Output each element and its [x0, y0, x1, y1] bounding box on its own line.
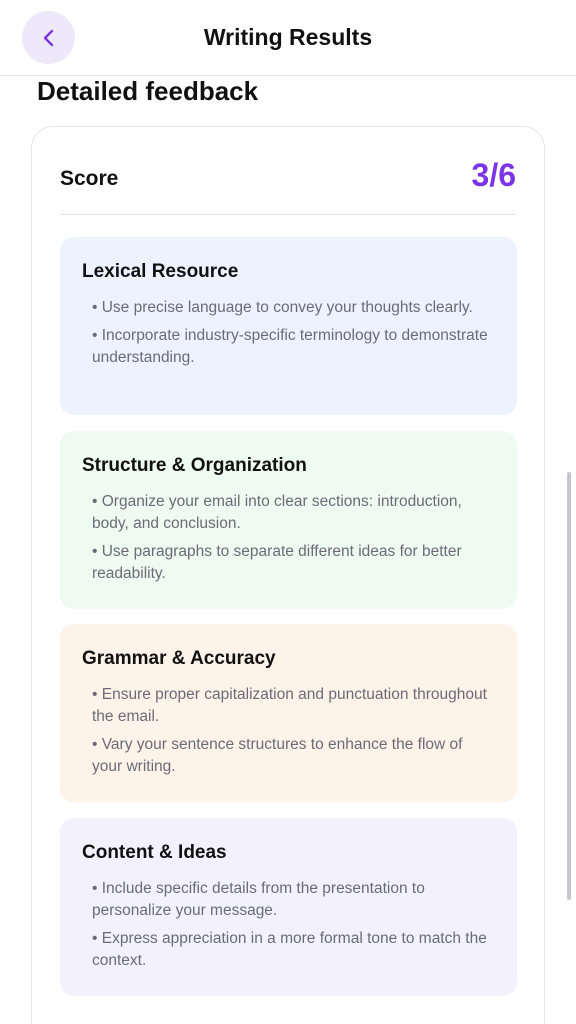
page-title: Writing Results — [203, 24, 373, 50]
feedback-section-title: Lexical Resource — [82, 261, 239, 282]
top-bar: Writing Results — [0, 0, 576, 76]
section-title: Detailed feedback — [37, 76, 259, 106]
feedback-point: • Express appreciation in a more formal … — [92, 930, 487, 969]
feedback-section-title: Grammar & Accuracy — [82, 648, 276, 669]
feedback-section-lexical: Lexical Resource • Use precise language … — [60, 237, 517, 415]
feedback-points: • Use precise language to convey your th… — [82, 297, 495, 369]
feedback-card: Score 3/6 Lexical Resource • Use precise… — [31, 126, 545, 1024]
scrollbar[interactable] — [567, 472, 571, 900]
feedback-section-title: Structure & Organization — [82, 455, 307, 476]
feedback-section-title: Content & Ideas — [82, 842, 227, 863]
feedback-section-content: Content & Ideas • Include specific detai… — [60, 818, 517, 996]
feedback-point: • Use paragraphs to separate different i… — [92, 543, 462, 582]
score-row: Score 3/6 — [60, 157, 516, 215]
score-value: 3/6 — [471, 157, 516, 193]
feedback-point: • Vary your sentence structures to enhan… — [92, 736, 463, 775]
feedback-point: • Include specific details from the pres… — [92, 880, 425, 919]
feedback-point: • Incorporate industry-specific terminol… — [92, 327, 488, 366]
feedback-points: • Organize your email into clear section… — [82, 491, 495, 585]
score-label: Score — [60, 167, 119, 190]
feedback-section-structure: Structure & Organization • Organize your… — [60, 431, 517, 609]
feedback-points: • Ensure proper capitalization and punct… — [82, 684, 495, 778]
feedback-point: • Ensure proper capitalization and punct… — [92, 686, 487, 725]
feedback-section-grammar: Grammar & Accuracy • Ensure proper capit… — [60, 624, 517, 802]
feedback-point: • Use precise language to convey your th… — [92, 299, 473, 316]
feedback-points: • Include specific details from the pres… — [82, 878, 495, 972]
feedback-point: • Organize your email into clear section… — [92, 493, 462, 532]
